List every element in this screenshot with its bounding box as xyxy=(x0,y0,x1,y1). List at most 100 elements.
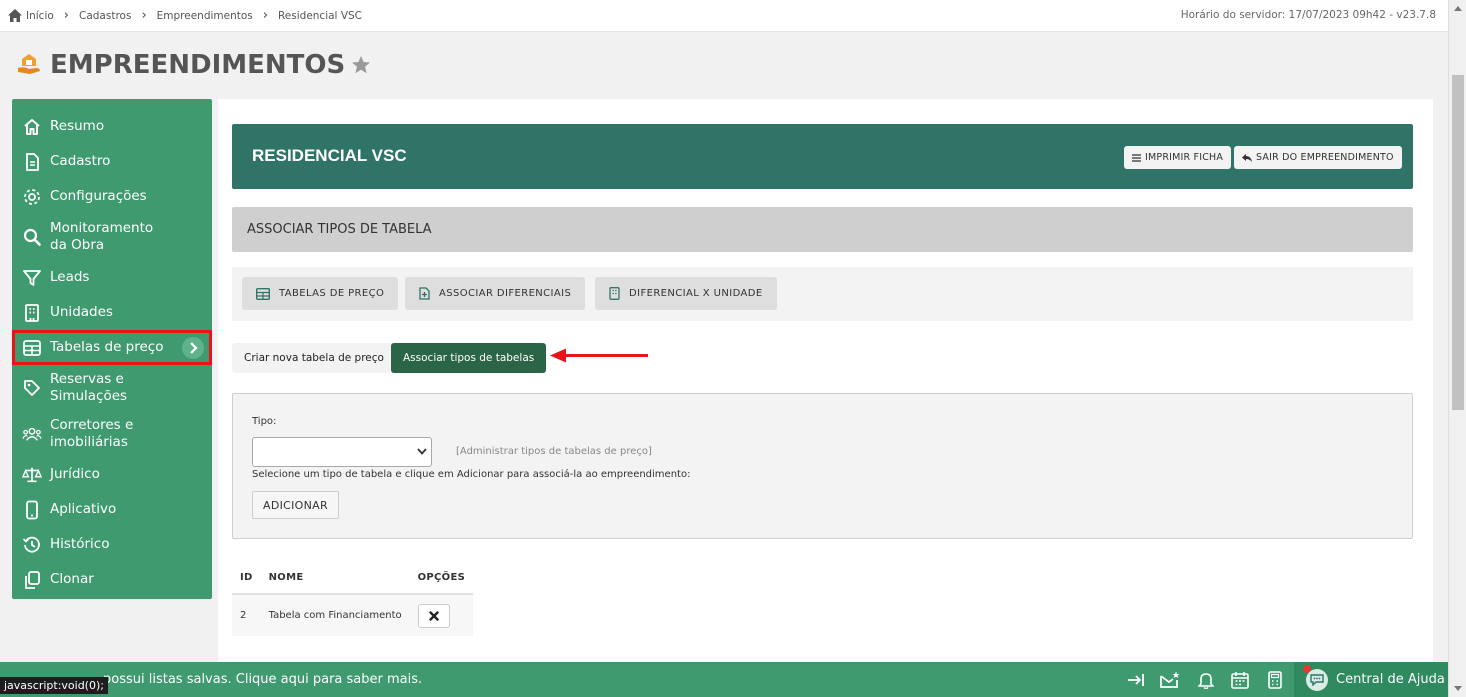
server-time: Horário do servidor: 17/07/2023 09h42 - … xyxy=(1180,9,1436,21)
help-center-button[interactable]: Central de Ajuda xyxy=(1294,662,1448,697)
list-icon xyxy=(1132,153,1141,162)
remove-button[interactable] xyxy=(417,603,450,628)
page-title: EMPREENDIMENTOS xyxy=(50,50,346,80)
tab-label: ASSOCIAR DIFERENCIAIS xyxy=(439,288,572,299)
history-icon xyxy=(22,535,42,555)
red-arrow-annotation xyxy=(550,348,648,363)
breadcrumb-empreendimentos[interactable]: Empreendimentos xyxy=(157,10,253,22)
tab-diferencial-x-unidade[interactable]: DIFERENCIAL X UNIDADE xyxy=(595,277,777,310)
mail-star-icon[interactable] xyxy=(1160,670,1180,690)
sidebar-item-label: Tabelas de preço xyxy=(50,339,164,355)
breadcrumb-home[interactable]: Início xyxy=(26,10,54,22)
home-icon[interactable] xyxy=(8,9,22,22)
table-icon xyxy=(256,287,270,300)
associated-types-table: ID NOME OPÇÕES 2 Tabela com Financiament… xyxy=(232,562,474,636)
sidebar-item-label: Unidades xyxy=(50,304,113,320)
sidebar-item-label: Histórico xyxy=(50,536,110,552)
scroll-up-icon[interactable] xyxy=(1454,6,1462,11)
tab-associar-diferenciais[interactable]: ASSOCIAR DIFERENCIAIS xyxy=(405,277,586,310)
scroll-down-icon[interactable] xyxy=(1454,686,1462,691)
print-sheet-button[interactable]: IMPRIMIR FICHA xyxy=(1124,146,1232,169)
page-title-row: EMPREENDIMENTOS xyxy=(16,50,371,80)
exit-project-button[interactable]: SAIR DO EMPREENDIMENTO xyxy=(1234,146,1402,169)
subtab-criar-nova-tabela[interactable]: Criar nova tabela de preço xyxy=(232,343,396,373)
sidebar: Resumo Cadastro Configurações Monitorame… xyxy=(12,99,212,599)
column-header-opcoes: OPÇÕES xyxy=(409,562,474,595)
document-icon xyxy=(22,152,42,172)
project-title: RESIDENCIAL VSC xyxy=(252,146,407,165)
project-header: RESIDENCIAL VSC IMPRIMIR FICHA SAIR DO E… xyxy=(232,124,1413,189)
exit-project-label: SAIR DO EMPREENDIMENTO xyxy=(1256,152,1394,163)
sidebar-item-historico[interactable]: Histórico xyxy=(12,527,212,562)
print-sheet-label: IMPRIMIR FICHA xyxy=(1145,152,1224,163)
search-icon xyxy=(22,227,42,247)
sidebar-item-label: Monitoramento da Obra xyxy=(50,220,154,253)
subtab-associar-tipos[interactable]: Associar tipos de tabelas xyxy=(391,343,547,373)
building-hand-icon xyxy=(18,54,40,74)
tipo-label: Tipo: xyxy=(252,416,277,427)
chevron-right-icon[interactable] xyxy=(182,337,204,359)
users-icon xyxy=(22,424,42,444)
tag-icon xyxy=(22,378,42,398)
reply-icon xyxy=(1242,153,1252,162)
saved-lists-message[interactable]: possui listas salvas. Clique aqui para s… xyxy=(103,672,422,687)
add-button[interactable]: ADICIONAR xyxy=(252,491,339,519)
sidebar-item-resumo[interactable]: Resumo xyxy=(12,109,212,144)
phone-icon xyxy=(22,500,42,520)
star-icon[interactable] xyxy=(351,55,371,75)
sidebar-item-label: Cadastro xyxy=(50,153,111,169)
section-title: ASSOCIAR TIPOS DE TABELA xyxy=(232,207,1413,252)
sidebar-item-label: Jurídico xyxy=(50,466,100,482)
cell-id: 2 xyxy=(232,594,261,636)
chevron-right-icon: › xyxy=(262,8,268,23)
tab-label: DIFERENCIAL X UNIDADE xyxy=(629,288,763,299)
column-header-id: ID xyxy=(232,562,261,595)
logout-arrow-icon[interactable] xyxy=(1126,670,1146,690)
column-header-nome: NOME xyxy=(260,562,410,595)
cell-opcoes xyxy=(409,594,474,636)
chevron-right-icon: › xyxy=(63,8,69,23)
sidebar-item-label: Leads xyxy=(50,269,90,285)
breadcrumb-cadastros[interactable]: Cadastros xyxy=(79,10,131,22)
scrollbar[interactable] xyxy=(1448,0,1466,697)
table-icon xyxy=(22,338,42,358)
breadcrumb-current: Residencial VSC xyxy=(277,9,362,22)
calendar-icon[interactable] xyxy=(1230,670,1250,690)
tab-tabelas-de-preco[interactable]: TABELAS DE PREÇO xyxy=(242,277,399,310)
manage-types-link[interactable]: [Administrar tipos de tabelas de preço] xyxy=(456,446,652,457)
filter-icon xyxy=(22,268,42,288)
sidebar-item-reservas[interactable]: Reservas e Simulações xyxy=(12,365,212,411)
sidebar-item-unidades[interactable]: Unidades xyxy=(12,295,212,330)
calculator-icon[interactable] xyxy=(1265,670,1285,690)
sidebar-item-label: Clonar xyxy=(50,571,94,587)
building-icon xyxy=(22,303,42,323)
footer-bar: possui listas salvas. Clique aqui para s… xyxy=(0,662,1448,697)
gear-icon xyxy=(22,187,42,207)
sidebar-item-juridico[interactable]: Jurídico xyxy=(12,457,212,492)
document-plus-icon xyxy=(419,287,430,300)
building-icon xyxy=(609,287,620,300)
sidebar-item-leads[interactable]: Leads xyxy=(12,260,212,295)
sidebar-item-tabelas-de-preco[interactable]: Tabelas de preço xyxy=(12,330,212,365)
sidebar-item-label: Corretores e imobiliárias xyxy=(50,417,134,450)
sidebar-item-cadastro[interactable]: Cadastro xyxy=(12,144,212,179)
tabs-bar: TABELAS DE PREÇO ASSOCIAR DIFERENCIAIS D… xyxy=(232,267,1413,321)
notification-badge xyxy=(1303,665,1311,673)
sidebar-item-monitoramento[interactable]: Monitoramento da Obra xyxy=(12,214,212,260)
breadcrumb: Início › Cadastros › Empreendimentos › R… xyxy=(8,8,362,23)
main-panel: RESIDENCIAL VSC IMPRIMIR FICHA SAIR DO E… xyxy=(218,99,1433,669)
scale-icon xyxy=(22,465,42,485)
sidebar-item-aplicativo[interactable]: Aplicativo xyxy=(12,492,212,527)
scrollbar-thumb[interactable] xyxy=(1452,75,1464,410)
sidebar-item-configuracoes[interactable]: Configurações xyxy=(12,179,212,214)
sidebar-item-label: Resumo xyxy=(50,118,105,134)
sidebar-item-label: Reservas e Simulações xyxy=(50,371,128,404)
bell-icon[interactable] xyxy=(1196,670,1216,690)
clone-icon xyxy=(22,570,42,590)
home-icon xyxy=(22,117,42,137)
sidebar-item-clonar[interactable]: Clonar xyxy=(12,562,212,597)
tipo-select[interactable] xyxy=(252,437,432,467)
help-center-label: Central de Ajuda xyxy=(1336,672,1445,687)
top-bar: Início › Cadastros › Empreendimentos › R… xyxy=(0,0,1448,32)
sidebar-item-corretores[interactable]: Corretores e imobiliárias xyxy=(12,411,212,457)
